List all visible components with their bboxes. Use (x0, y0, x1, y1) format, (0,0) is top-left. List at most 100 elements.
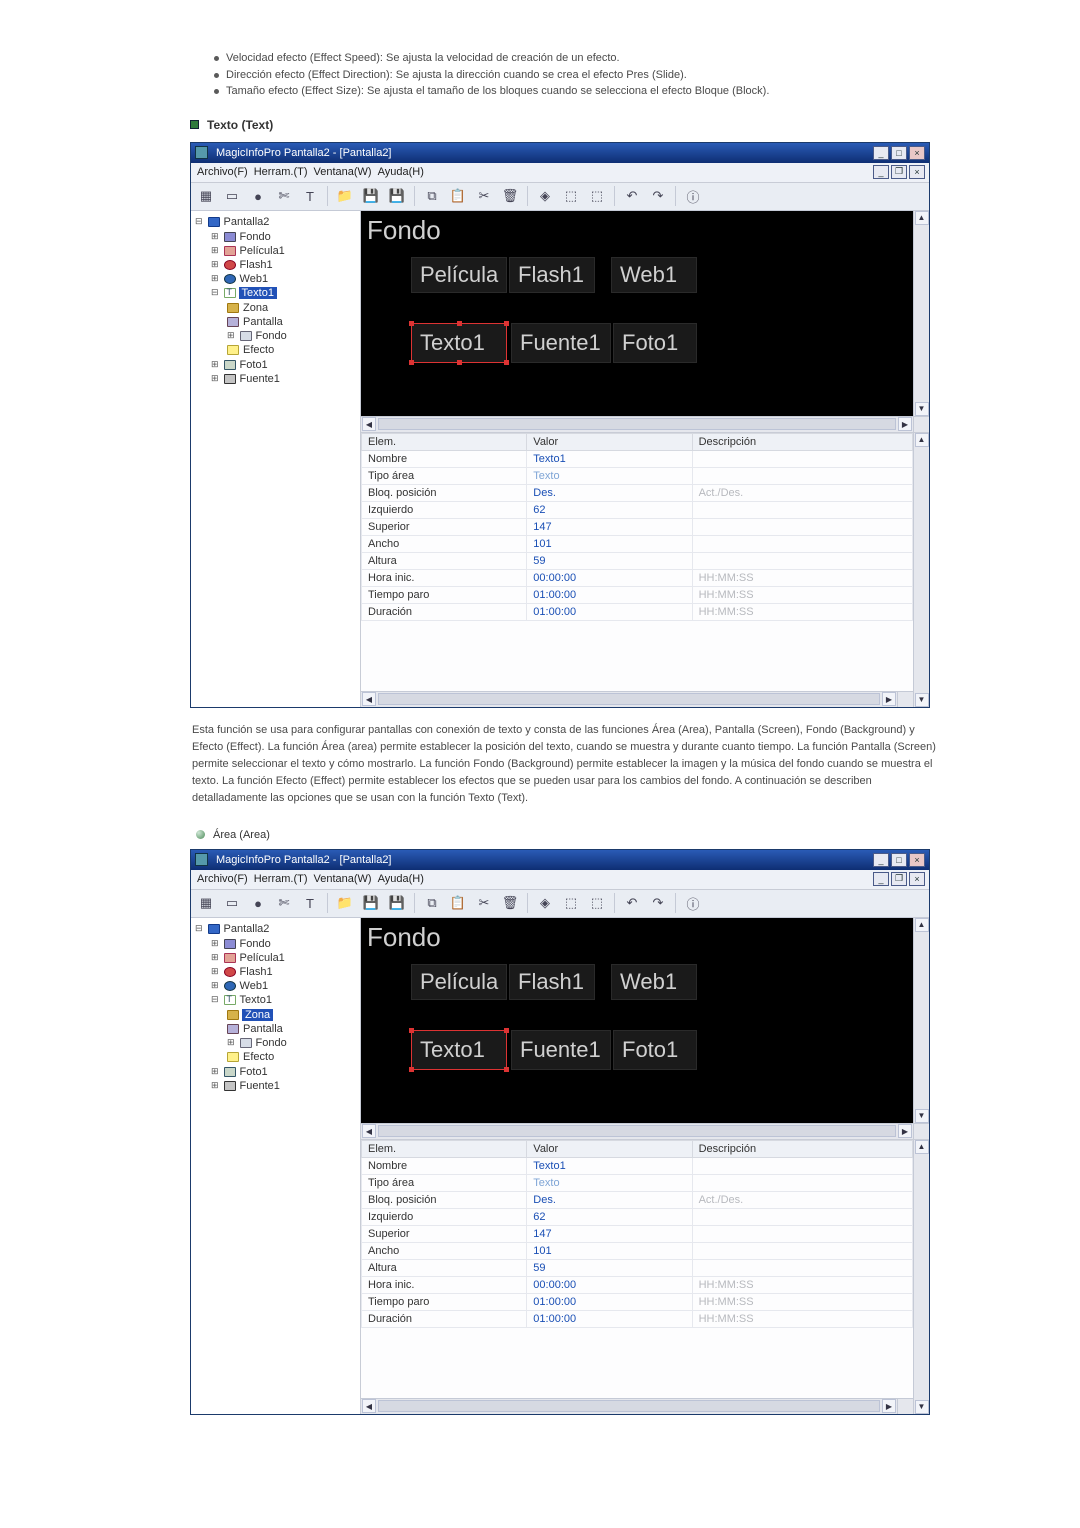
grid-vertical-scrollbar[interactable]: ▲ ▼ (913, 433, 929, 707)
tool-delete-icon[interactable]: 🗑 (499, 892, 521, 914)
tree-item-web[interactable]: Web1 (209, 979, 292, 993)
table-row[interactable]: Altura59 (362, 552, 913, 569)
scroll-down-icon[interactable]: ▼ (915, 1109, 929, 1123)
minimize-button[interactable]: _ (873, 853, 889, 867)
resize-handle-icon[interactable] (409, 1028, 414, 1033)
resize-handle-icon[interactable] (504, 1067, 509, 1072)
grid-horizontal-scrollbar[interactable]: ◀ ▶ (361, 692, 897, 707)
table-row[interactable]: Tipo áreaTexto (362, 1174, 913, 1191)
tool-cut-icon[interactable]: ✂ (473, 892, 495, 914)
zone-fuente[interactable]: Fuente1 (511, 1030, 611, 1070)
tool-redo-icon[interactable]: ↷ (647, 892, 669, 914)
grid-vertical-scrollbar[interactable]: ▲ ▼ (913, 1140, 929, 1414)
tree-item-pantalla[interactable]: Pantalla (225, 1022, 290, 1036)
table-row[interactable]: NombreTexto1 (362, 450, 913, 467)
scroll-right-icon[interactable]: ▶ (882, 1399, 896, 1413)
tree-item-fondo[interactable]: Fondo (209, 937, 292, 951)
zone-fondo[interactable]: Fondo (367, 922, 441, 953)
resize-handle-icon[interactable] (504, 360, 509, 365)
tree-item-efecto[interactable]: Efecto (225, 1050, 290, 1064)
table-row[interactable]: Izquierdo62 (362, 501, 913, 518)
table-row[interactable]: Hora inic.00:00:00HH:MM:SS (362, 569, 913, 586)
table-row[interactable]: Tiempo paro01:00:00HH:MM:SS (362, 586, 913, 603)
scroll-thumb[interactable] (378, 1400, 880, 1412)
scroll-left-icon[interactable]: ◀ (362, 1124, 376, 1138)
tool-clip-icon[interactable]: ✄ (273, 892, 295, 914)
scroll-down-icon[interactable]: ▼ (915, 693, 929, 707)
resize-handle-icon[interactable] (409, 321, 414, 326)
table-row[interactable]: Altura59 (362, 1259, 913, 1276)
minimize-button[interactable]: _ (873, 146, 889, 160)
menu-file[interactable]: Archivo(F) (197, 873, 248, 885)
table-row[interactable]: Tipo áreaTexto (362, 467, 913, 484)
menu-tools[interactable]: Herram.(T) (254, 873, 308, 885)
table-row[interactable]: Tiempo paro01:00:00HH:MM:SS (362, 1293, 913, 1310)
scroll-down-icon[interactable]: ▼ (915, 402, 929, 416)
tool-copy-icon[interactable]: ⧉ (421, 185, 443, 207)
tool-send-back-icon[interactable]: ⬚ (586, 185, 608, 207)
table-row[interactable]: NombreTexto1 (362, 1157, 913, 1174)
menu-tools[interactable]: Herram.(T) (254, 166, 308, 178)
resize-handle-icon[interactable] (457, 360, 462, 365)
tool-paste-icon[interactable]: 📋 (447, 185, 469, 207)
tree-item-pelicula[interactable]: Película1 (209, 951, 292, 965)
tool-preview-icon[interactable]: ◈ (534, 185, 556, 207)
tool-info-icon[interactable]: ⓘ (682, 892, 704, 914)
tool-paste-icon[interactable]: 📋 (447, 892, 469, 914)
scroll-thumb[interactable] (378, 1125, 896, 1137)
table-row[interactable]: Duración01:00:00HH:MM:SS (362, 603, 913, 620)
tree-item-flash[interactable]: Flash1 (209, 258, 292, 272)
tree-item-fondo-sub[interactable]: Fondo (225, 329, 290, 343)
grid-horizontal-scrollbar[interactable]: ◀ ▶ (361, 1399, 897, 1414)
tool-folder-icon[interactable]: 📁 (334, 185, 356, 207)
mdi-restore-button[interactable]: ❐ (891, 165, 907, 179)
zone-texto-selected[interactable]: Texto1 (411, 1030, 507, 1070)
canvas-horizontal-scrollbar[interactable]: ◀ ▶ (361, 1124, 913, 1139)
tool-info-icon[interactable]: ⓘ (682, 185, 704, 207)
tree-root[interactable]: Pantalla2 (193, 215, 358, 229)
menu-help[interactable]: Ayuda(H) (378, 166, 424, 178)
zone-fuente[interactable]: Fuente1 (511, 323, 611, 363)
zone-pelicula[interactable]: Película (411, 964, 507, 1000)
table-row[interactable]: Ancho101 (362, 1242, 913, 1259)
tree-item-pantalla[interactable]: Pantalla (225, 315, 290, 329)
col-valor[interactable]: Valor (527, 1140, 692, 1157)
scroll-right-icon[interactable]: ▶ (882, 692, 896, 706)
tree-item-fuente[interactable]: Fuente1 (209, 372, 292, 386)
tool-bring-front-icon[interactable]: ⬚ (560, 892, 582, 914)
tree-item-flash[interactable]: Flash1 (209, 965, 292, 979)
tool-save-icon[interactable]: 💾 (360, 892, 382, 914)
scroll-left-icon[interactable]: ◀ (362, 417, 376, 431)
tree-item-web[interactable]: Web1 (209, 272, 292, 286)
zone-fondo[interactable]: Fondo (367, 215, 441, 246)
zone-foto[interactable]: Foto1 (613, 323, 697, 363)
tool-undo-icon[interactable]: ↶ (621, 185, 643, 207)
table-row[interactable]: Bloq. posiciónDes.Act./Des. (362, 484, 913, 501)
scroll-left-icon[interactable]: ◀ (362, 1399, 376, 1413)
mdi-restore-button[interactable]: ❐ (891, 872, 907, 886)
mdi-close-button[interactable]: × (909, 165, 925, 179)
scroll-up-icon[interactable]: ▲ (915, 211, 929, 225)
zone-texto-selected[interactable]: Texto1 (411, 323, 507, 363)
mdi-close-button[interactable]: × (909, 872, 925, 886)
scroll-up-icon[interactable]: ▲ (915, 918, 929, 932)
tool-bring-front-icon[interactable]: ⬚ (560, 185, 582, 207)
tree-item-fondo[interactable]: Fondo (209, 230, 292, 244)
tool-delete-icon[interactable]: 🗑 (499, 185, 521, 207)
scroll-right-icon[interactable]: ▶ (898, 417, 912, 431)
tool-folder-icon[interactable]: 📁 (334, 892, 356, 914)
tree-item-efecto[interactable]: Efecto (225, 343, 290, 357)
table-row[interactable]: Duración01:00:00HH:MM:SS (362, 1310, 913, 1327)
table-row[interactable]: Superior147 (362, 518, 913, 535)
col-elem[interactable]: Elem. (362, 433, 527, 450)
scroll-up-icon[interactable]: ▲ (915, 433, 929, 447)
col-desc[interactable]: Descripción (692, 433, 912, 450)
tool-screen-icon[interactable]: ▭ (221, 185, 243, 207)
zone-flash[interactable]: Flash1 (509, 964, 595, 1000)
canvas-vertical-scrollbar[interactable]: ▲ ▼ (913, 918, 929, 1123)
tool-text-icon[interactable]: T (299, 892, 321, 914)
scroll-right-icon[interactable]: ▶ (898, 1124, 912, 1138)
scroll-up-icon[interactable]: ▲ (915, 1140, 929, 1154)
scroll-left-icon[interactable]: ◀ (362, 692, 376, 706)
tree-item-foto[interactable]: Foto1 (209, 358, 292, 372)
